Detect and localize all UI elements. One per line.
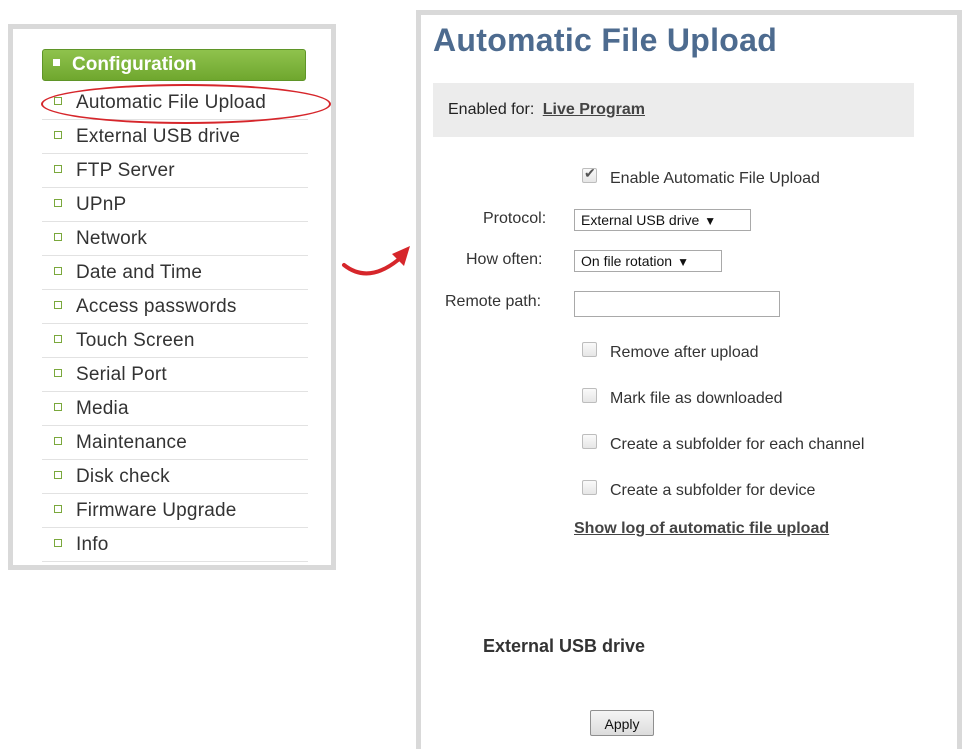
nav-item-info[interactable]: Info <box>42 528 308 562</box>
square-bullet-icon <box>54 504 62 513</box>
square-bullet-icon <box>54 266 62 275</box>
nav-item-touch-screen[interactable]: Touch Screen <box>42 324 308 358</box>
nav-item-label: Serial Port <box>76 364 167 385</box>
nav-item-upnp[interactable]: UPnP <box>42 188 308 222</box>
square-bullet-icon <box>54 538 62 547</box>
square-bullet-icon <box>54 368 62 377</box>
dropdown-caret-icon: ▼ <box>704 214 717 228</box>
nav-list: Automatic File Upload External USB drive… <box>42 86 308 562</box>
how-often-label: How often: <box>466 251 543 268</box>
nav-item-ftp-server[interactable]: FTP Server <box>42 154 308 188</box>
nav-item-label: Info <box>76 534 109 555</box>
nav-item-label: FTP Server <box>76 160 175 181</box>
remote-path-input[interactable] <box>574 291 780 317</box>
square-bullet-icon <box>54 232 62 241</box>
square-bullet-icon <box>54 402 62 411</box>
remove-after-upload-label: Remove after upload <box>610 344 759 361</box>
enable-upload-label: Enable Automatic File Upload <box>610 170 820 187</box>
square-bullet-icon <box>54 164 62 173</box>
nav-item-label: Access passwords <box>76 296 237 317</box>
nav-item-date-and-time[interactable]: Date and Time <box>42 256 308 290</box>
remote-path-label: Remote path: <box>445 293 542 310</box>
square-bullet-icon <box>54 470 62 479</box>
nav-item-label: Media <box>76 398 129 419</box>
remove-after-upload-checkbox[interactable] <box>582 342 597 357</box>
section-title: External USB drive <box>483 636 646 656</box>
nav-item-label: External USB drive <box>76 126 241 147</box>
apply-button[interactable]: Apply <box>590 710 654 736</box>
nav-header-configuration[interactable]: Configuration <box>42 49 306 81</box>
nav-item-label: Network <box>76 228 148 249</box>
nav-item-label: Maintenance <box>76 432 187 453</box>
config-nav-panel: Configuration Automatic File Upload Exte… <box>8 24 336 570</box>
enable-upload-checkbox[interactable]: ✔ <box>582 165 597 183</box>
subfolder-device-label: Create a subfolder for device <box>610 482 816 499</box>
show-log-link[interactable]: Show log of automatic file upload <box>574 520 829 538</box>
highlight-oval-annotation <box>41 84 331 124</box>
enabled-for-label: Enabled for: <box>448 101 535 118</box>
mark-downloaded-checkbox[interactable] <box>582 388 597 403</box>
protocol-select[interactable]: External USB drive ▼ <box>574 209 751 231</box>
nav-item-serial-port[interactable]: Serial Port <box>42 358 308 392</box>
square-bullet-icon <box>54 130 62 139</box>
dropdown-caret-icon: ▼ <box>677 255 689 269</box>
how-often-select[interactable]: On file rotation ▼ <box>574 250 722 272</box>
checkmark-icon: ✔ <box>584 165 596 181</box>
nav-item-label: UPnP <box>76 194 127 215</box>
square-bullet-icon <box>54 198 62 207</box>
mark-downloaded-label: Mark file as downloaded <box>610 390 783 407</box>
nav-header-label: Configuration <box>72 54 197 75</box>
protocol-label: Protocol: <box>483 210 547 227</box>
subfolder-channel-checkbox[interactable] <box>582 434 597 449</box>
nav-item-label: Touch Screen <box>76 330 195 351</box>
square-bullet-icon <box>53 59 60 67</box>
enabled-for-link[interactable]: Live Program <box>543 101 645 118</box>
subfolder-device-checkbox[interactable] <box>582 480 597 495</box>
nav-item-external-usb-drive[interactable]: External USB drive <box>42 120 308 154</box>
enabled-for-bar: Enabled for: Live Program <box>433 83 914 137</box>
curved-arrow-icon <box>342 246 410 276</box>
page-title: Automatic File Upload <box>433 22 778 58</box>
nav-item-disk-check[interactable]: Disk check <box>42 460 308 494</box>
nav-item-media[interactable]: Media <box>42 392 308 426</box>
nav-item-label: Disk check <box>76 466 170 487</box>
protocol-select-value: External USB drive <box>581 212 700 228</box>
square-bullet-icon <box>54 334 62 343</box>
nav-item-label: Firmware Upgrade <box>76 500 237 521</box>
subfolder-channel-label: Create a subfolder for each channel <box>610 436 865 453</box>
nav-item-access-passwords[interactable]: Access passwords <box>42 290 308 324</box>
how-often-select-value: On file rotation <box>581 253 673 269</box>
nav-item-network[interactable]: Network <box>42 222 308 256</box>
square-bullet-icon <box>54 436 62 445</box>
square-bullet-icon <box>54 300 62 309</box>
nav-item-maintenance[interactable]: Maintenance <box>42 426 308 460</box>
nav-item-firmware-upgrade[interactable]: Firmware Upgrade <box>42 494 308 528</box>
nav-item-label: Date and Time <box>76 262 203 283</box>
